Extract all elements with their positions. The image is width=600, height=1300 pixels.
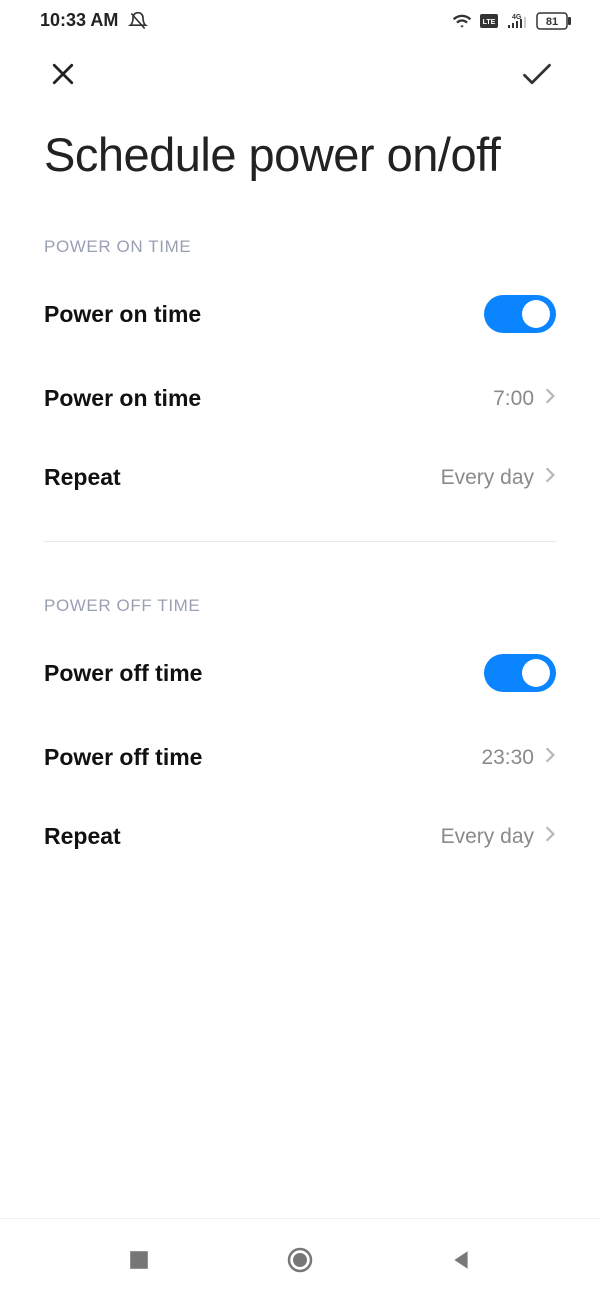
row-power-off-time[interactable]: Power off time 23:30 (0, 718, 600, 797)
dnd-icon (128, 11, 148, 31)
chevron-right-icon (544, 746, 556, 770)
volte-icon: LTE (480, 14, 498, 28)
power-on-repeat-label: Repeat (44, 464, 121, 491)
toggle-knob (522, 300, 550, 328)
section-divider (44, 541, 556, 542)
toggle-knob (522, 659, 550, 687)
power-off-repeat-label: Repeat (44, 823, 121, 850)
row-power-on-toggle[interactable]: Power on time (0, 269, 600, 359)
section-header-on: POWER ON TIME (0, 223, 600, 269)
svg-text:LTE: LTE (483, 19, 496, 26)
power-on-repeat-value: Every day (441, 466, 534, 490)
power-off-time-value: 23:30 (481, 746, 534, 770)
home-button[interactable] (285, 1245, 315, 1275)
status-bar: 10:33 AM LTE 4G (0, 0, 600, 37)
chevron-right-icon (544, 466, 556, 490)
chevron-right-icon (544, 825, 556, 849)
power-on-time-label: Power on time (44, 385, 201, 412)
power-off-time-label: Power off time (44, 744, 202, 771)
page-title: Schedule power on/off (0, 106, 600, 223)
chevron-right-icon (544, 387, 556, 411)
section-header-off: POWER OFF TIME (0, 582, 600, 628)
power-off-toggle[interactable] (484, 654, 556, 692)
power-off-toggle-label: Power off time (44, 660, 202, 687)
system-nav-bar (0, 1218, 600, 1300)
row-power-off-toggle[interactable]: Power off time (0, 628, 600, 718)
wifi-icon (452, 11, 472, 31)
battery-icon: 81 (536, 12, 572, 30)
power-on-time-value: 7:00 (493, 387, 534, 411)
power-on-toggle[interactable] (484, 295, 556, 333)
recents-button[interactable] (128, 1249, 150, 1271)
back-button[interactable] (450, 1249, 472, 1271)
row-power-off-repeat[interactable]: Repeat Every day (0, 797, 600, 876)
status-left: 10:33 AM (40, 10, 148, 31)
signal-icon: 4G (506, 13, 528, 29)
power-on-toggle-label: Power on time (44, 301, 201, 328)
toolbar (0, 37, 600, 106)
status-right: LTE 4G 81 (452, 11, 572, 31)
power-off-repeat-value: Every day (441, 825, 534, 849)
battery-text: 81 (546, 16, 558, 28)
confirm-button[interactable] (518, 59, 556, 94)
row-power-on-time[interactable]: Power on time 7:00 (0, 359, 600, 438)
status-time: 10:33 AM (40, 10, 118, 31)
close-button[interactable] (48, 59, 78, 94)
row-power-on-repeat[interactable]: Repeat Every day (0, 438, 600, 517)
